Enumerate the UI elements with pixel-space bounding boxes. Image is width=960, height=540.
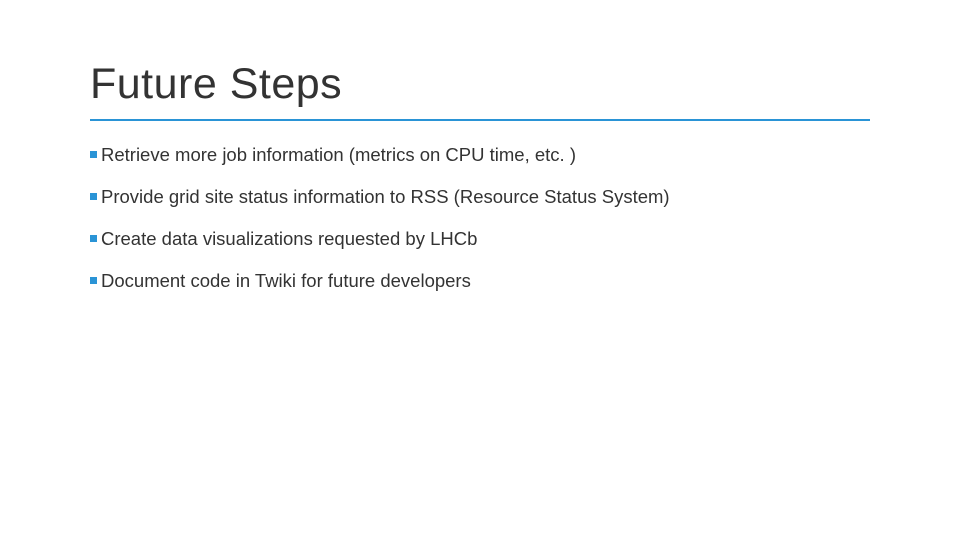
bullet-icon (90, 151, 97, 158)
bullet-text: Create data visualizations requested by … (101, 227, 477, 251)
list-item: Create data visualizations requested by … (90, 227, 870, 251)
list-item: Provide grid site status information to … (90, 185, 870, 209)
bullet-icon (90, 235, 97, 242)
list-item: Document code in Twiki for future develo… (90, 269, 870, 293)
bullet-text: Retrieve more job information (metrics o… (101, 143, 576, 167)
bullet-icon (90, 193, 97, 200)
bullet-text: Provide grid site status information to … (101, 185, 670, 209)
bullet-icon (90, 277, 97, 284)
bullet-list: Retrieve more job information (metrics o… (90, 143, 870, 293)
slide-container: Future Steps Retrieve more job informati… (0, 0, 960, 540)
bullet-text: Document code in Twiki for future develo… (101, 269, 471, 293)
list-item: Retrieve more job information (metrics o… (90, 143, 870, 167)
slide-title: Future Steps (90, 60, 870, 121)
